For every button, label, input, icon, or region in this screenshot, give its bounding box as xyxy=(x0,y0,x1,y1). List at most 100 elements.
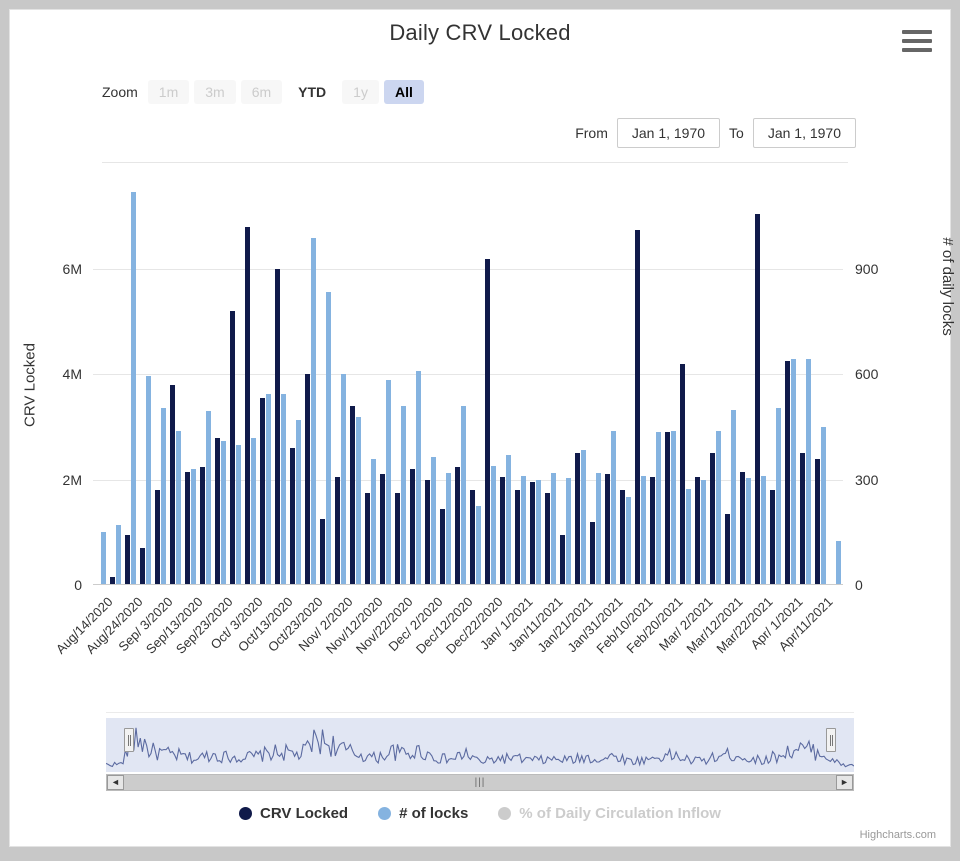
bar-num-locks[interactable] xyxy=(101,532,106,585)
bar-crv-locked[interactable] xyxy=(305,374,310,585)
bar-crv-locked[interactable] xyxy=(170,385,175,585)
bar-num-locks[interactable] xyxy=(236,444,241,585)
highcharts-credit[interactable]: Highcharts.com xyxy=(860,829,936,841)
bar-crv-locked[interactable] xyxy=(680,363,685,585)
navigator-handle-right[interactable] xyxy=(826,728,836,752)
navigator-area[interactable] xyxy=(106,718,854,772)
bar-num-locks[interactable] xyxy=(566,477,571,585)
bar-crv-locked[interactable] xyxy=(590,521,595,585)
bar-crv-locked[interactable] xyxy=(530,482,535,585)
bar-crv-locked[interactable] xyxy=(470,490,475,585)
bar-num-locks[interactable] xyxy=(536,479,541,585)
bar-num-locks[interactable] xyxy=(626,497,631,585)
bar-num-locks[interactable] xyxy=(791,358,796,585)
scroll-thumb[interactable]: ||| xyxy=(124,775,836,790)
bar-crv-locked[interactable] xyxy=(215,437,220,585)
bar-crv-locked[interactable] xyxy=(395,492,400,585)
bar-num-locks[interactable] xyxy=(281,393,286,585)
bar-num-locks[interactable] xyxy=(131,192,136,585)
bar-crv-locked[interactable] xyxy=(785,361,790,585)
bar-num-locks[interactable] xyxy=(776,407,781,585)
bar-num-locks[interactable] xyxy=(326,292,331,585)
bar-num-locks[interactable] xyxy=(641,476,646,585)
bar-num-locks[interactable] xyxy=(296,420,301,585)
bar-num-locks[interactable] xyxy=(611,430,616,585)
bar-crv-locked[interactable] xyxy=(185,471,190,585)
bar-crv-locked[interactable] xyxy=(275,269,280,585)
bar-crv-locked[interactable] xyxy=(800,453,805,585)
hamburger-menu-icon[interactable] xyxy=(902,28,932,54)
bar-num-locks[interactable] xyxy=(191,469,196,585)
bar-crv-locked[interactable] xyxy=(410,469,415,585)
bar-num-locks[interactable] xyxy=(266,393,271,585)
bar-crv-locked[interactable] xyxy=(365,492,370,585)
bar-crv-locked[interactable] xyxy=(605,474,610,585)
bar-crv-locked[interactable] xyxy=(650,477,655,585)
bar-crv-locked[interactable] xyxy=(230,311,235,585)
bar-crv-locked[interactable] xyxy=(770,490,775,585)
from-date-input[interactable]: Jan 1, 1970 xyxy=(616,118,721,148)
bar-crv-locked[interactable] xyxy=(425,479,430,585)
bar-num-locks[interactable] xyxy=(551,472,556,585)
legend-item-0[interactable]: CRV Locked xyxy=(239,805,348,822)
bar-crv-locked[interactable] xyxy=(245,227,250,585)
legend-item-1[interactable]: # of locks xyxy=(378,805,468,822)
bar-crv-locked[interactable] xyxy=(635,229,640,585)
bar-crv-locked[interactable] xyxy=(440,508,445,585)
bar-num-locks[interactable] xyxy=(146,376,151,585)
bar-crv-locked[interactable] xyxy=(695,477,700,585)
bar-crv-locked[interactable] xyxy=(710,453,715,585)
bar-num-locks[interactable] xyxy=(761,476,766,585)
zoom-button-ytd[interactable]: YTD xyxy=(287,80,338,104)
scrollbar[interactable]: ◄ ||| ► xyxy=(106,774,854,791)
bar-num-locks[interactable] xyxy=(446,472,451,585)
bar-crv-locked[interactable] xyxy=(125,535,130,585)
bar-crv-locked[interactable] xyxy=(620,490,625,585)
bar-num-locks[interactable] xyxy=(731,409,736,585)
zoom-button-6m[interactable]: 6m xyxy=(240,80,283,104)
bar-crv-locked[interactable] xyxy=(725,513,730,585)
bar-num-locks[interactable] xyxy=(656,432,661,585)
bar-crv-locked[interactable] xyxy=(560,535,565,585)
zoom-button-all[interactable]: All xyxy=(383,80,424,104)
bar-crv-locked[interactable] xyxy=(380,474,385,585)
bar-crv-locked[interactable] xyxy=(260,398,265,585)
bar-num-locks[interactable] xyxy=(701,479,706,585)
bar-num-locks[interactable] xyxy=(671,430,676,585)
bar-num-locks[interactable] xyxy=(371,458,376,585)
bar-crv-locked[interactable] xyxy=(200,466,205,585)
zoom-button-1y[interactable]: 1y xyxy=(342,80,379,104)
bar-num-locks[interactable] xyxy=(581,449,586,585)
bar-num-locks[interactable] xyxy=(431,456,436,585)
bar-num-locks[interactable] xyxy=(221,441,226,585)
navigator[interactable]: ◄ ||| ► xyxy=(106,712,854,791)
bar-crv-locked[interactable] xyxy=(815,458,820,585)
bar-num-locks[interactable] xyxy=(521,476,526,585)
bar-crv-locked[interactable] xyxy=(350,406,355,585)
bar-num-locks[interactable] xyxy=(116,525,121,585)
bar-num-locks[interactable] xyxy=(596,472,601,585)
bar-crv-locked[interactable] xyxy=(335,477,340,585)
bar-num-locks[interactable] xyxy=(161,407,166,585)
zoom-button-1m[interactable]: 1m xyxy=(147,80,190,104)
bar-crv-locked[interactable] xyxy=(155,490,160,585)
bar-crv-locked[interactable] xyxy=(140,548,145,585)
bar-num-locks[interactable] xyxy=(176,430,181,585)
legend-item-2[interactable]: % of Daily Circulation Inflow xyxy=(498,805,721,822)
bar-crv-locked[interactable] xyxy=(500,477,505,585)
zoom-button-3m[interactable]: 3m xyxy=(194,80,236,104)
bar-num-locks[interactable] xyxy=(836,541,841,585)
bar-num-locks[interactable] xyxy=(251,437,256,585)
bar-num-locks[interactable] xyxy=(206,411,211,585)
navigator-handle-left[interactable] xyxy=(124,728,134,752)
bar-crv-locked[interactable] xyxy=(320,519,325,585)
bar-crv-locked[interactable] xyxy=(515,490,520,585)
bar-num-locks[interactable] xyxy=(686,488,691,585)
bar-num-locks[interactable] xyxy=(716,430,721,585)
bar-num-locks[interactable] xyxy=(506,455,511,585)
to-date-input[interactable]: Jan 1, 1970 xyxy=(752,118,856,148)
bar-num-locks[interactable] xyxy=(476,506,481,585)
bar-num-locks[interactable] xyxy=(311,237,316,585)
bar-num-locks[interactable] xyxy=(356,416,361,585)
bar-crv-locked[interactable] xyxy=(665,432,670,585)
